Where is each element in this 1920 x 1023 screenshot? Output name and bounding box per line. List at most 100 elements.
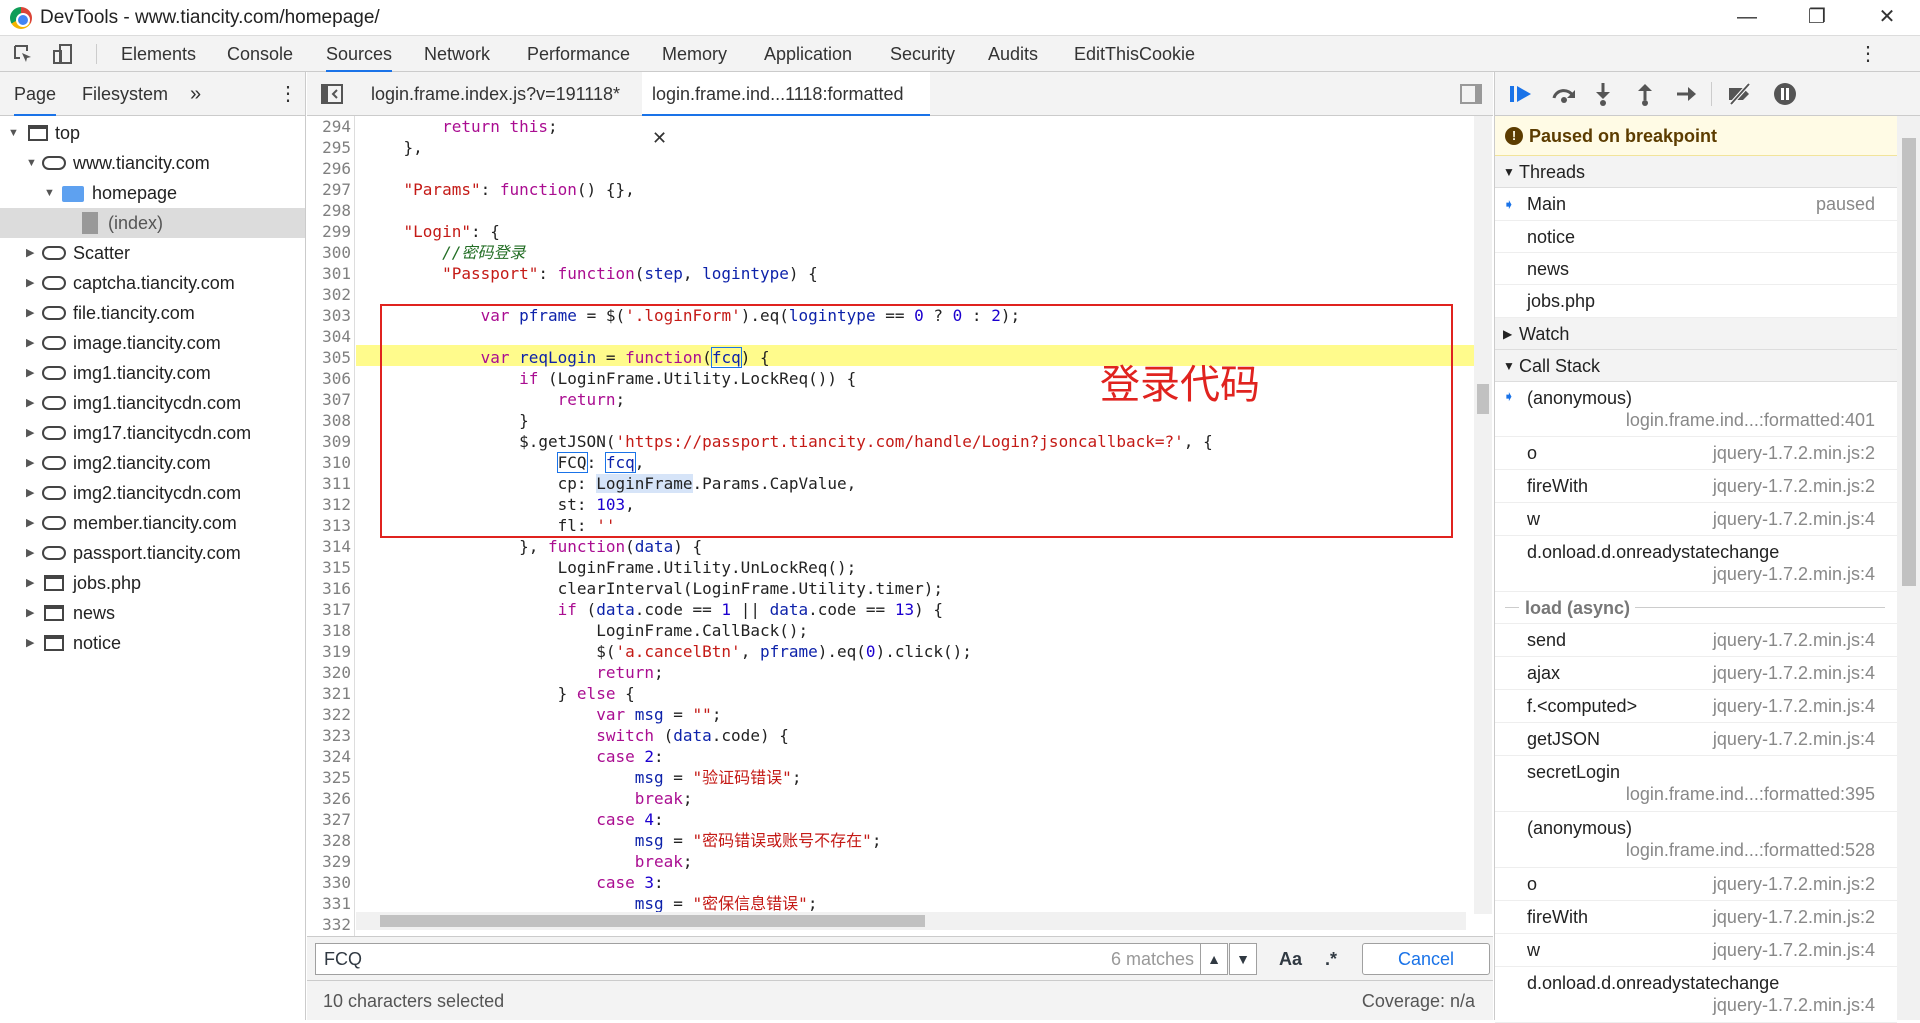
line-number[interactable]: 312 — [307, 494, 351, 515]
call-frame[interactable]: w jquery-1.7.2.min.js:4 — [1495, 503, 1897, 536]
tree-item[interactable]: ▶ news — [0, 598, 305, 628]
tree-item-file[interactable]: (index) — [0, 208, 305, 238]
tab-filesystem[interactable]: Filesystem — [82, 72, 168, 116]
line-number[interactable]: 297 — [307, 179, 351, 200]
tab-editthiscookie[interactable]: EditThisCookie — [1074, 36, 1195, 72]
call-frame[interactable]: send jquery-1.7.2.min.js:4 — [1495, 624, 1897, 657]
scrollbar-thumb[interactable] — [380, 915, 925, 927]
call-frame[interactable]: w jquery-1.7.2.min.js:4 — [1495, 934, 1897, 967]
step-out-icon[interactable] — [1635, 82, 1655, 106]
tree-item[interactable]: ▶ img1.tiancity.com — [0, 358, 305, 388]
search-input[interactable]: FCQ 6 matches — [315, 943, 1205, 975]
previous-match-button[interactable]: ▲ — [1200, 943, 1228, 975]
section-watch[interactable]: ▶ Watch — [1495, 318, 1897, 350]
call-frame[interactable]: fireWith jquery-1.7.2.min.js:2 — [1495, 901, 1897, 934]
line-number[interactable]: 315 — [307, 557, 351, 578]
thread-row[interactable]: notice — [1495, 221, 1897, 253]
line-number[interactable]: 322 — [307, 704, 351, 725]
line-number[interactable]: 309 — [307, 431, 351, 452]
resume-icon[interactable] — [1509, 84, 1533, 104]
tree-item[interactable]: ▶ file.tiancity.com — [0, 298, 305, 328]
line-number[interactable]: 294 — [307, 116, 351, 137]
tree-item[interactable]: ▶ img2.tiancitycdn.com — [0, 478, 305, 508]
call-frame[interactable]: f.<computed> jquery-1.7.2.min.js:4 — [1495, 690, 1897, 723]
deactivate-breakpoints-icon[interactable] — [1725, 82, 1753, 106]
tab-page[interactable]: Page — [14, 72, 57, 116]
navigator-menu-icon[interactable]: ⋮ — [278, 72, 298, 116]
tree-item[interactable]: ▶ img1.tiancitycdn.com — [0, 388, 305, 418]
call-frame[interactable]: secretLogin login.frame.ind...:formatted:… — [1495, 756, 1897, 812]
editor-horizontal-scrollbar[interactable] — [356, 912, 1466, 930]
tree-item[interactable]: ▶ passport.tiancity.com — [0, 538, 305, 568]
line-number[interactable]: 327 — [307, 809, 351, 830]
call-frame[interactable]: fireWith jquery-1.7.2.min.js:2 — [1495, 470, 1897, 503]
toggle-navigator-icon[interactable] — [321, 84, 343, 104]
line-number[interactable]: 296 — [307, 158, 351, 179]
line-number[interactable]: 300 — [307, 242, 351, 263]
line-number[interactable]: 310 — [307, 452, 351, 473]
minimize-button[interactable]: — — [1722, 2, 1772, 32]
section-threads[interactable]: ▼ Threads — [1495, 156, 1897, 188]
tab-audits[interactable]: Audits — [988, 36, 1038, 72]
line-number[interactable]: 311 — [307, 473, 351, 494]
match-case-button[interactable]: Aa — [1279, 943, 1302, 975]
line-number[interactable]: 328 — [307, 830, 351, 851]
tree-item-top[interactable]: ▼ top — [0, 118, 305, 148]
call-frame[interactable]: ajax jquery-1.7.2.min.js:4 — [1495, 657, 1897, 690]
tree-item[interactable]: ▶ member.tiancity.com — [0, 508, 305, 538]
line-number[interactable]: 295 — [307, 137, 351, 158]
line-number[interactable]: 308 — [307, 410, 351, 431]
call-frame[interactable]: d.onload.d.onreadystatechange jquery-1.7.… — [1495, 967, 1897, 1023]
line-number[interactable]: 313 — [307, 515, 351, 536]
call-frame[interactable]: (anonymous) login.frame.ind...:formatted:… — [1495, 812, 1897, 868]
tree-item-folder[interactable]: ▼ homepage — [0, 178, 305, 208]
line-number[interactable]: 319 — [307, 641, 351, 662]
line-number[interactable]: 317 — [307, 599, 351, 620]
toggle-debugger-icon[interactable] — [1460, 84, 1482, 104]
tree-item[interactable]: ▶ image.tiancity.com — [0, 328, 305, 358]
line-number[interactable]: 307 — [307, 389, 351, 410]
tab-application[interactable]: Application — [764, 36, 852, 72]
tab-elements[interactable]: Elements — [121, 36, 196, 72]
cancel-search-button[interactable]: Cancel — [1362, 943, 1490, 975]
line-number[interactable]: 329 — [307, 851, 351, 872]
tree-item[interactable]: ▶ jobs.php — [0, 568, 305, 598]
line-number[interactable]: 326 — [307, 788, 351, 809]
thread-row[interactable]: news — [1495, 253, 1897, 285]
tree-item[interactable]: ▶ captcha.tiancity.com — [0, 268, 305, 298]
maximize-button[interactable]: ❐ — [1792, 2, 1842, 32]
step-over-icon[interactable] — [1551, 84, 1577, 104]
tree-item[interactable]: ▶ Scatter — [0, 238, 305, 268]
next-match-button[interactable]: ▼ — [1229, 943, 1257, 975]
tab-sources[interactable]: Sources — [326, 36, 393, 72]
editor-vertical-scrollbar[interactable] — [1474, 116, 1492, 914]
tab-performance[interactable]: Performance — [527, 36, 630, 72]
scrollbar-thumb[interactable] — [1902, 138, 1916, 586]
step-into-icon[interactable] — [1593, 82, 1613, 106]
line-number[interactable]: 316 — [307, 578, 351, 599]
tree-item[interactable]: ▶ img17.tiancitycdn.com — [0, 418, 305, 448]
line-number[interactable]: 314 — [307, 536, 351, 557]
tree-item[interactable]: ▶ img2.tiancity.com — [0, 448, 305, 478]
line-number-gutter[interactable]: 294 295 296 297 298 299 300 301 302 303 304 305 306 3… — [307, 116, 355, 986]
pause-on-exceptions-icon[interactable] — [1773, 82, 1797, 106]
call-frame[interactable]: ➧ (anonymous) login.frame.ind...:formatted… — [1495, 382, 1897, 437]
line-number[interactable]: 332 — [307, 914, 351, 935]
line-number[interactable]: 320 — [307, 662, 351, 683]
tree-item[interactable]: ▶ notice — [0, 628, 305, 658]
code-area[interactable]: 294 295 296 297 298 299 300 301 302 303 304 305 306 3… — [307, 116, 1477, 986]
tab-network[interactable]: Network — [424, 36, 490, 72]
tree-item-domain[interactable]: ▼ www.tiancity.com — [0, 148, 305, 178]
sidebar-scrollbar[interactable] — [1897, 116, 1920, 1020]
line-number[interactable]: 305 — [307, 347, 351, 368]
thread-row[interactable]: ➧ Main paused — [1495, 188, 1897, 221]
line-number[interactable]: 331 — [307, 893, 351, 914]
inspect-element-icon[interactable] — [12, 43, 34, 65]
call-frame[interactable]: getJSON jquery-1.7.2.min.js:4 — [1495, 723, 1897, 756]
line-number[interactable]: 304 — [307, 326, 351, 347]
tab-console[interactable]: Console — [227, 36, 293, 72]
tab-security[interactable]: Security — [890, 36, 955, 72]
line-number[interactable]: 321 — [307, 683, 351, 704]
regex-button[interactable]: .* — [1325, 943, 1337, 975]
line-number[interactable]: 299 — [307, 221, 351, 242]
